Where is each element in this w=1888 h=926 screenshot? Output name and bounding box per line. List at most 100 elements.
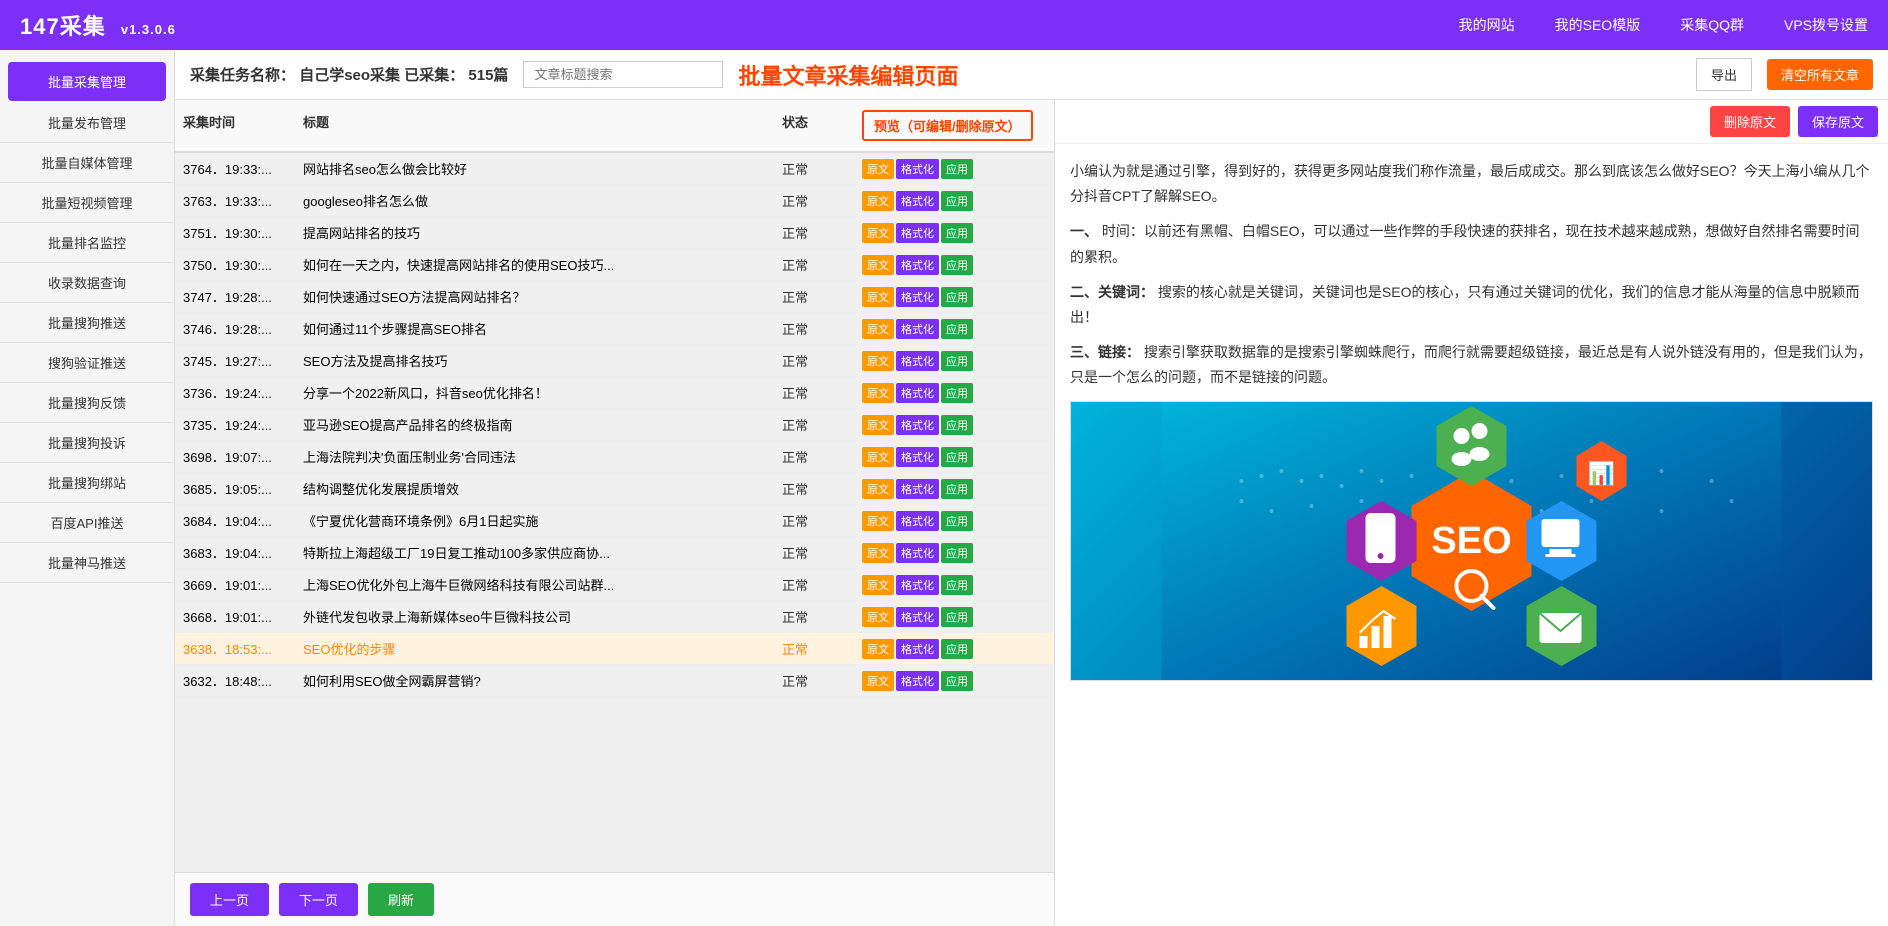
sidebar-item-video-manage[interactable]: 批量短视频管理 [0,183,174,223]
sidebar-item-baidu-api[interactable]: 百度API推送 [0,503,174,543]
yuanwen-button[interactable]: 原文 [862,575,894,595]
geshihua-button[interactable]: 格式化 [896,383,939,403]
row-title[interactable]: 如何利用SEO做全网霸屏营销? [295,667,774,694]
row-title[interactable]: SEO方法及提高排名技巧 [295,347,774,374]
geshihua-button[interactable]: 格式化 [896,159,939,179]
sidebar-item-sougou-verify[interactable]: 搜狗验证推送 [0,343,174,383]
nav-qq-group[interactable]: 采集QQ群 [1680,15,1744,35]
geshihua-button[interactable]: 格式化 [896,415,939,435]
row-title[interactable]: 上海法院判决'负面压制业务'合同违法 [295,443,774,470]
geshihua-button[interactable]: 格式化 [896,319,939,339]
sidebar-item-publish-manage[interactable]: 批量发布管理 [0,103,174,143]
geshihua-button[interactable]: 格式化 [896,351,939,371]
geshihua-button[interactable]: 格式化 [896,575,939,595]
refresh-button[interactable]: 刷新 [368,883,434,916]
yingyon-button[interactable]: 应用 [941,255,973,275]
geshihua-button[interactable]: 格式化 [896,223,939,243]
yuanwen-button[interactable]: 原文 [862,607,894,627]
geshihua-button[interactable]: 格式化 [896,479,939,499]
export-button[interactable]: 导出 [1696,58,1752,91]
yuanwen-button[interactable]: 原文 [862,543,894,563]
row-title[interactable]: 特斯拉上海超级工厂19日复工推动100多家供应商协... [295,539,774,566]
row-status: 正常 [774,283,854,310]
row-title[interactable]: 如何通过11个步骤提高SEO排名 [295,315,774,342]
yuanwen-button[interactable]: 原文 [862,287,894,307]
yingyon-button[interactable]: 应用 [941,607,973,627]
clear-all-button[interactable]: 清空所有文章 [1767,59,1873,90]
yingyon-button[interactable]: 应用 [941,351,973,371]
section-label-2: 二、关键词： [1070,284,1154,300]
save-original-button[interactable]: 保存原文 [1798,106,1878,137]
sidebar-item-sougou-bind[interactable]: 批量搜狗绑站 [0,463,174,503]
sidebar-item-media-manage[interactable]: 批量自媒体管理 [0,143,174,183]
table-row: 3736．19:24:... 分享一个2022新风口，抖音seo优化排名！ 正常… [175,377,1054,409]
row-title[interactable]: 外链代发包收录上海新媒体seo牛巨微科技公司 [295,603,774,630]
row-title[interactable]: 如何快速通过SEO方法提高网站排名？ [295,283,774,310]
yuanwen-button[interactable]: 原文 [862,415,894,435]
yuanwen-button[interactable]: 原文 [862,223,894,243]
prev-page-button[interactable]: 上一页 [190,883,269,916]
row-title[interactable]: 上海SEO优化外包上海牛巨微网络科技有限公司站群... [295,571,774,598]
geshihua-button[interactable]: 格式化 [896,255,939,275]
geshihua-button[interactable]: 格式化 [896,671,939,691]
nav-seo-template[interactable]: 我的SEO模版 [1555,15,1641,35]
yuanwen-button[interactable]: 原文 [862,159,894,179]
yuanwen-button[interactable]: 原文 [862,191,894,211]
sidebar-item-collect-manage[interactable]: 批量采集管理 [8,62,166,101]
yuanwen-button[interactable]: 原文 [862,671,894,691]
yingyon-button[interactable]: 应用 [941,447,973,467]
row-title[interactable]: 网站排名seo怎么做会比较好 [295,155,774,182]
yingyon-button[interactable]: 应用 [941,191,973,211]
brand-title: 147采集 v1.3.0.6 [20,9,176,41]
nav-my-site[interactable]: 我的网站 [1459,15,1515,35]
row-title[interactable]: 《宁夏优化营商环境条例》6月1日起实施 [295,507,774,534]
yingyon-button[interactable]: 应用 [941,639,973,659]
row-actions: 原文 格式化 应用 [854,187,1054,215]
yingyon-button[interactable]: 应用 [941,223,973,243]
section-label-3: 三、链接： [1070,344,1140,360]
yuanwen-button[interactable]: 原文 [862,255,894,275]
row-title[interactable]: 如何在一天之内，快速提高网站排名的使用SEO技巧... [295,251,774,278]
yuanwen-button[interactable]: 原文 [862,383,894,403]
yingyon-button[interactable]: 应用 [941,575,973,595]
geshihua-button[interactable]: 格式化 [896,447,939,467]
yuanwen-button[interactable]: 原文 [862,351,894,371]
yingyon-button[interactable]: 应用 [941,383,973,403]
geshihua-button[interactable]: 格式化 [896,607,939,627]
row-title[interactable]: 结构调整优化发展提质增效 [295,475,774,502]
geshihua-button[interactable]: 格式化 [896,287,939,307]
row-actions: 原文 格式化 应用 [854,283,1054,311]
row-title[interactable]: 提高网站排名的技巧 [295,219,774,246]
sidebar-item-sougou-feedback[interactable]: 批量搜狗反馈 [0,383,174,423]
yingyon-button[interactable]: 应用 [941,479,973,499]
geshihua-button[interactable]: 格式化 [896,511,939,531]
next-page-button[interactable]: 下一页 [279,883,358,916]
yingyon-button[interactable]: 应用 [941,543,973,563]
sidebar-item-sougou-complaint[interactable]: 批量搜狗投诉 [0,423,174,463]
search-input[interactable] [523,61,723,88]
sidebar-item-shenma-push[interactable]: 批量神马推送 [0,543,174,583]
yuanwen-button[interactable]: 原文 [862,319,894,339]
sidebar-item-sougou-push[interactable]: 批量搜狗推送 [0,303,174,343]
geshihua-button[interactable]: 格式化 [896,543,939,563]
yuanwen-button[interactable]: 原文 [862,447,894,467]
row-title[interactable]: SEO优化的步骤 [295,635,774,662]
row-title[interactable]: googleseo排名怎么做 [295,187,774,214]
geshihua-button[interactable]: 格式化 [896,639,939,659]
sidebar-item-record-query[interactable]: 收录数据查询 [0,263,174,303]
sidebar-item-rank-monitor[interactable]: 批量排名监控 [0,223,174,263]
delete-original-button[interactable]: 删除原文 [1710,106,1790,137]
yingyon-button[interactable]: 应用 [941,671,973,691]
yingyon-button[interactable]: 应用 [941,159,973,179]
yuanwen-button[interactable]: 原文 [862,639,894,659]
yuanwen-button[interactable]: 原文 [862,511,894,531]
yingyon-button[interactable]: 应用 [941,319,973,339]
yingyon-button[interactable]: 应用 [941,511,973,531]
geshihua-button[interactable]: 格式化 [896,191,939,211]
yingyon-button[interactable]: 应用 [941,287,973,307]
nav-vps-settings[interactable]: VPS拨号设置 [1784,15,1868,35]
row-title[interactable]: 分享一个2022新风口，抖音seo优化排名！ [295,379,774,406]
yingyon-button[interactable]: 应用 [941,415,973,435]
row-title[interactable]: 亚马逊SEO提高产品排名的终极指南 [295,411,774,438]
yuanwen-button[interactable]: 原文 [862,479,894,499]
